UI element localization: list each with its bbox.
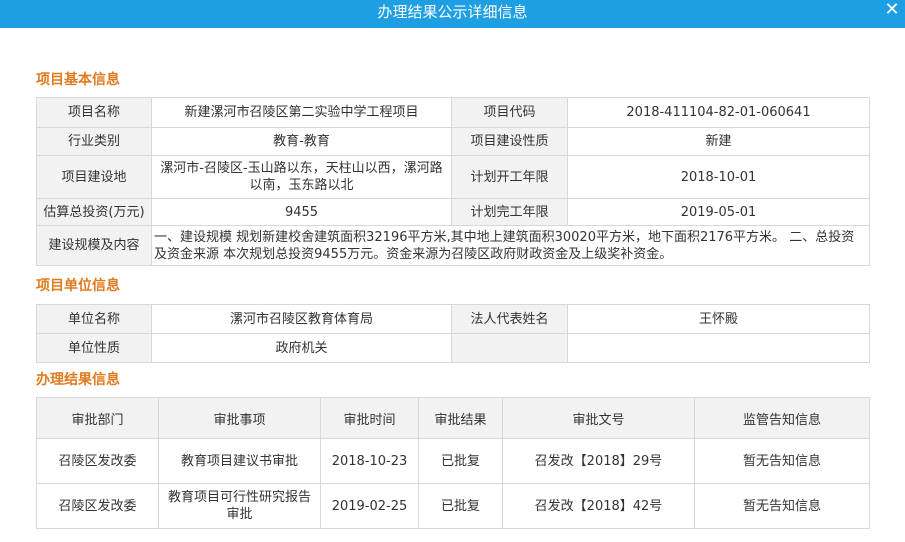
label-scope: 建设规模及内容 xyxy=(36,225,152,266)
results-table: 审批部门 审批事项 审批时间 审批结果 审批文号 监管告知信息 召陵区发改委 教… xyxy=(36,397,870,529)
value-unit-name: 漯河市召陵区教育体育局 xyxy=(151,304,452,334)
label-empty xyxy=(451,333,568,363)
value-empty xyxy=(567,333,870,363)
header-result: 审批结果 xyxy=(418,397,503,439)
value-end-date: 2019-05-01 xyxy=(567,198,870,226)
label-unit-name: 单位名称 xyxy=(36,304,152,334)
dialog-title-bar: 办理结果公示详细信息 ✕ xyxy=(0,0,905,28)
value-location: 漯河市-召陵区-玉山路以东，天柱山以西，漯河路以南，玉东路以北 xyxy=(151,155,452,199)
cell-item: 教育项目建议书审批 xyxy=(158,438,321,484)
header-time: 审批时间 xyxy=(320,397,419,439)
cell-item: 教育项目可行性研究报告审批 xyxy=(158,483,321,529)
table-header-row: 审批部门 审批事项 审批时间 审批结果 审批文号 监管告知信息 xyxy=(36,397,870,439)
label-investment: 估算总投资(万元) xyxy=(36,198,152,226)
section-title-unit-info: 项目单位信息 xyxy=(36,278,120,294)
table-row: 召陵区发改委 教育项目可行性研究报告审批 2019-02-25 已批复 召发改【… xyxy=(36,483,870,529)
label-project-code: 项目代码 xyxy=(451,97,568,128)
label-location: 项目建设地 xyxy=(36,155,152,199)
label-project-name: 项目名称 xyxy=(36,97,152,128)
cell-doc-no: 召发改【2018】42号 xyxy=(502,483,695,529)
value-industry: 教育-教育 xyxy=(151,127,452,156)
value-start-date: 2018-10-01 xyxy=(567,155,870,199)
cell-dept: 召陵区发改委 xyxy=(36,438,159,484)
value-unit-type: 政府机关 xyxy=(151,333,452,363)
table-row: 项目名称 新建漯河市召陵区第二实验中学工程项目 项目代码 2018-411104… xyxy=(36,97,870,128)
table-row: 单位性质 政府机关 xyxy=(36,333,870,363)
section-title-results: 办理结果信息 xyxy=(36,372,120,388)
section-title-basic-info: 项目基本信息 xyxy=(36,72,120,88)
value-scope: 一、建设规模 规划新建校舍建筑面积32196平方米,其中地上建筑面积30020平… xyxy=(151,225,870,266)
table-row: 单位名称 漯河市召陵区教育体育局 法人代表姓名 王怀殿 xyxy=(36,304,870,334)
cell-dept: 召陵区发改委 xyxy=(36,483,159,529)
unit-info-table: 单位名称 漯河市召陵区教育体育局 法人代表姓名 王怀殿 单位性质 政府机关 xyxy=(36,304,870,363)
label-unit-type: 单位性质 xyxy=(36,333,152,363)
label-start-date: 计划开工年限 xyxy=(451,155,568,199)
table-row: 项目建设地 漯河市-召陵区-玉山路以东，天柱山以西，漯河路以南，玉东路以北 计划… xyxy=(36,155,870,199)
cell-time: 2019-02-25 xyxy=(320,483,419,529)
value-project-name: 新建漯河市召陵区第二实验中学工程项目 xyxy=(151,97,452,128)
cell-notice: 暂无告知信息 xyxy=(694,483,870,529)
header-dept: 审批部门 xyxy=(36,397,159,439)
label-industry: 行业类别 xyxy=(36,127,152,156)
table-row: 建设规模及内容 一、建设规模 规划新建校舍建筑面积32196平方米,其中地上建筑… xyxy=(36,225,870,266)
table-row: 召陵区发改委 教育项目建议书审批 2018-10-23 已批复 召发改【2018… xyxy=(36,438,870,484)
cell-notice: 暂无告知信息 xyxy=(694,438,870,484)
table-row: 估算总投资(万元) 9455 计划完工年限 2019-05-01 xyxy=(36,198,870,226)
dialog-title: 办理结果公示详细信息 xyxy=(377,3,528,21)
label-legal-rep: 法人代表姓名 xyxy=(451,304,568,334)
header-doc-no: 审批文号 xyxy=(502,397,695,439)
value-investment: 9455 xyxy=(151,198,452,226)
value-legal-rep: 王怀殿 xyxy=(567,304,870,334)
cell-result: 已批复 xyxy=(418,438,503,484)
value-build-nature: 新建 xyxy=(567,127,870,156)
value-project-code: 2018-411104-82-01-060641 xyxy=(567,97,870,128)
cell-result: 已批复 xyxy=(418,483,503,529)
table-row: 行业类别 教育-教育 项目建设性质 新建 xyxy=(36,127,870,156)
close-icon[interactable]: ✕ xyxy=(883,0,901,22)
label-end-date: 计划完工年限 xyxy=(451,198,568,226)
label-build-nature: 项目建设性质 xyxy=(451,127,568,156)
cell-doc-no: 召发改【2018】29号 xyxy=(502,438,695,484)
cell-time: 2018-10-23 xyxy=(320,438,419,484)
header-notice: 监管告知信息 xyxy=(694,397,870,439)
basic-info-table: 项目名称 新建漯河市召陵区第二实验中学工程项目 项目代码 2018-411104… xyxy=(36,97,870,266)
header-item: 审批事项 xyxy=(158,397,321,439)
